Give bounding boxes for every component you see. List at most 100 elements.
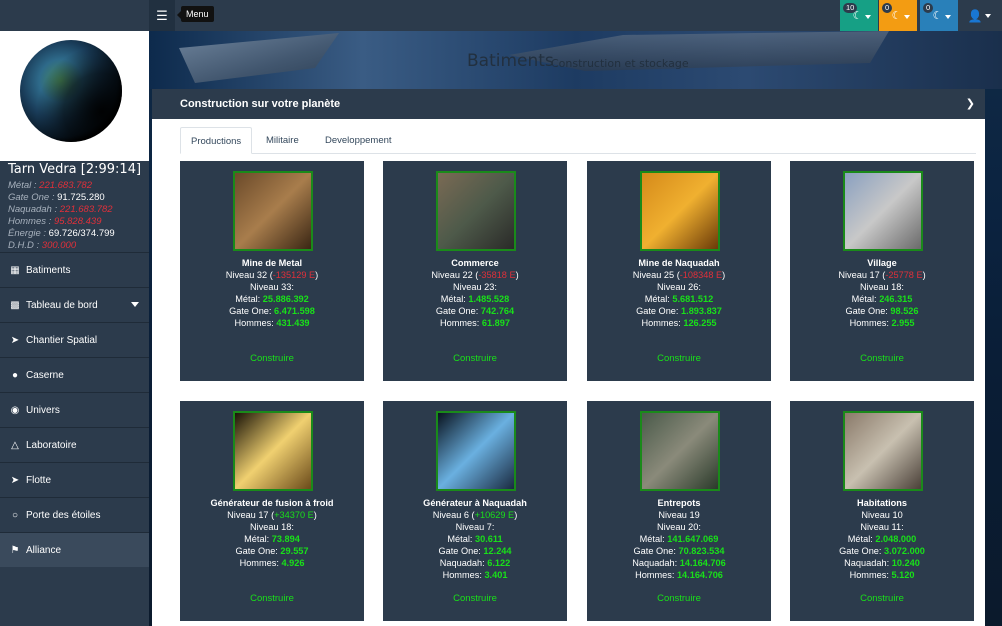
sidebar-item-caserne[interactable]: ● Caserne [0,357,149,392]
construire-button[interactable]: Construire [383,593,567,605]
resource-value: 221.683.782 [39,180,92,191]
cost-label: Hommes: [239,558,279,568]
sidebar-item-alliance[interactable]: ⚑ Alliance [0,532,149,567]
cost-label: Gate One: [435,306,479,316]
cost-line: Gate One: 742.764 [383,305,567,317]
construire-button[interactable]: Construire [790,593,974,605]
chevron-down-icon [985,13,992,18]
next-level: Niveau 18: [860,282,904,292]
building-image[interactable] [436,171,516,251]
notification-button[interactable]: 0 ☾ [879,0,917,31]
cost-line: Hommes: 2.955 [790,317,974,329]
building-image[interactable] [233,411,313,491]
construire-button[interactable]: Construire [180,353,364,365]
sidebar-item-batiments[interactable]: ▦ Batiments [0,252,149,287]
cost-line: Métal: 141.647.069 [587,533,771,545]
chevron-down-icon[interactable]: ❯ [966,97,975,110]
cost-value: 29.557 [280,546,309,556]
cost-value: 1.893.837 [681,306,722,316]
cost-value: 14.164.706 [679,558,726,568]
tab-militaire[interactable]: Militaire [256,127,309,154]
energy-value: -25778 E [885,270,923,280]
fleet-icon: ➤ [10,474,20,486]
cost-value: 61.897 [481,318,510,328]
resource-line: Gate One : 91.725.280 [8,192,105,204]
sidebar-item-flotte[interactable]: ➤ Flotte [0,462,149,497]
next-level: Niveau 26: [657,282,701,292]
notification-button[interactable]: 0 ☾ [920,0,958,31]
cost-value: 2.955 [891,318,915,328]
sidebar-item-tableau-de-bord[interactable]: ▩ Tableau de bord [0,287,149,322]
building-image[interactable] [843,171,923,251]
tab-developpement[interactable]: Developpement [315,127,402,154]
sidebar-item-chantier-spatial[interactable]: ➤ Chantier Spatial [0,322,149,357]
cost-label: Hommes: [849,570,889,580]
building-card: Générateur de fusion à froid Niveau 17 (+… [180,401,364,621]
energy-value: -135129 E [272,270,316,280]
sidebar-item-porte-des-toiles[interactable]: ○ Porte des étoiles [0,497,149,532]
menu-tooltip: Menu [177,6,214,22]
bars-icon[interactable]: ☰ [149,0,175,31]
building-card: Mine de Naquadah Niveau 25 (-108348 E) Niv… [587,161,771,381]
building-image[interactable] [640,171,720,251]
cost-line: Hommes: 431.439 [180,317,364,329]
construire-button[interactable]: Construire [180,593,364,605]
level-text: Niveau 25 ( [632,270,680,280]
building-level: Niveau 6 (+10629 E) [383,509,567,521]
construire-button[interactable]: Construire [790,353,974,365]
sidebar-item-univers[interactable]: ◉ Univers [0,392,149,427]
resource-value: 300.000 [41,240,77,251]
cost-label: Hommes: [635,570,675,580]
energy-value: -108348 E [679,270,723,280]
notification-button[interactable]: 10 ☾ [840,0,878,31]
planet-image[interactable] [20,40,122,142]
cost-line: Métal: 1.485.528 [383,293,567,305]
construire-button[interactable]: Construire [383,353,567,365]
cost-label: Naquadah: [844,558,890,568]
building-image[interactable] [233,171,313,251]
resource-label: Hommes : [8,216,52,227]
cost-line: Hommes: 3.401 [383,569,567,581]
building-name: Entrepots [657,498,701,508]
cost-line: Gate One: 6.471.598 [180,305,364,317]
building-image[interactable] [640,411,720,491]
cost-value: 5.681.512 [672,294,714,304]
sidebar-item-laboratoire[interactable]: △ Laboratoire [0,427,149,462]
next-level: Niveau 23: [453,282,497,292]
cost-value: 3.401 [484,570,508,580]
cost-value: 5.120 [891,570,915,580]
construire-button[interactable]: Construire [587,353,771,365]
cost-value: 10.240 [891,558,920,568]
cost-line: Gate One: 3.072.000 [790,545,974,557]
building-icon: ▦ [10,264,20,276]
cost-label: Hommes: [849,318,889,328]
notification-count: 10 [843,3,858,13]
cost-line: Hommes: 4.926 [180,557,364,569]
building-level: Niveau 32 (-135129 E) [180,269,364,281]
cost-value: 14.164.706 [676,570,723,580]
building-image[interactable] [436,411,516,491]
cost-label: Hommes: [440,318,480,328]
topbar: ☰ Menu 10 ☾ 0 ☾ 0 ☾ 👤 [149,0,1002,31]
circle-icon: ○ [11,509,19,521]
building-image[interactable] [843,411,923,491]
next-level: Niveau 7: [455,522,495,532]
tab-productions[interactable]: Productions [180,127,253,154]
cost-line: Métal: 73.894 [180,533,364,545]
resource-label: Naquadah : [8,204,58,215]
sidebar-item-label: Flotte [26,474,52,486]
building-card: Habitations Niveau 10 Niveau 11: Métal: 2.0… [790,401,974,621]
building-card: Commerce Niveau 22 (-35818 E) Niveau 23: Mé… [383,161,567,381]
resource-value: 221.683.782 [59,204,113,215]
cost-value: 98.526 [890,306,919,316]
cost-label: Gate One: [839,546,882,556]
user-menu-button[interactable]: 👤 [957,0,1002,31]
cost-line: Gate One: 70.823.534 [587,545,771,557]
level-text: Niveau 17 ( [838,270,886,280]
cost-value: 742.764 [480,306,515,316]
construire-button[interactable]: Construire [587,593,771,605]
building-level: Niveau 10 [790,509,974,521]
moon-icon: ☾ [891,10,902,22]
tab-bar: Productions Militaire Developpement [180,127,976,154]
building-name: Générateur à Naquadah [423,498,527,508]
